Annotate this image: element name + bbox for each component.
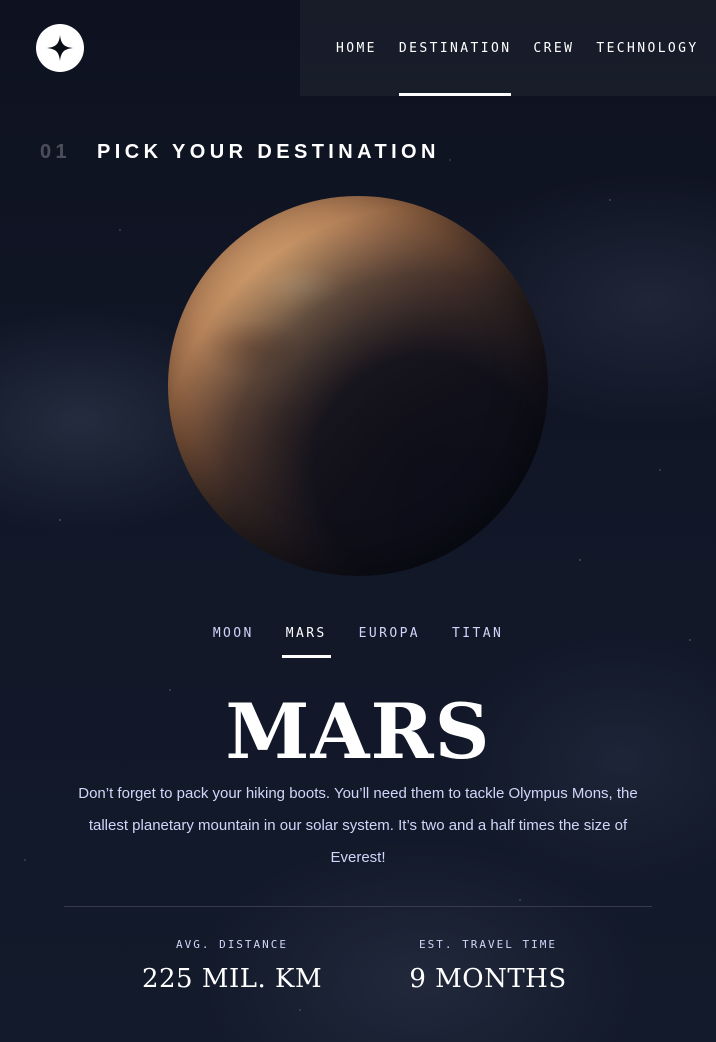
stat-value: 225 MIL. KM — [141, 964, 323, 994]
nav-item-crew[interactable]: CREW — [533, 0, 574, 96]
tab-mars[interactable]: MARS — [281, 618, 331, 658]
tab-moon[interactable]: MOON — [209, 618, 258, 658]
nav-item-technology[interactable]: TECHNOLOGY — [596, 0, 698, 96]
stat-avg-distance: AVG. DISTANCE 225 MIL. KM — [102, 938, 362, 994]
four-point-star-icon — [47, 35, 73, 61]
tab-titan[interactable]: TITAN — [448, 618, 507, 658]
site-header: HOME DESTINATION CREW TECHNOLOGY — [0, 0, 716, 96]
page-title: PICK YOUR DESTINATION — [97, 140, 440, 163]
tab-europa[interactable]: EUROPA — [355, 618, 424, 658]
stat-value: 9 MONTHS — [409, 964, 567, 994]
stat-travel-time: EST. TRAVEL TIME 9 MONTHS — [358, 938, 618, 994]
planet-mars-image — [168, 196, 548, 576]
destination-tabs: MOON MARS EUROPA TITAN — [0, 618, 716, 658]
destination-description: Don’t forget to pack your hiking boots. … — [78, 785, 638, 866]
stat-label: AVG. DISTANCE — [175, 938, 289, 951]
divider — [64, 906, 652, 907]
section-number: 01 — [40, 140, 72, 163]
nav-item-home[interactable]: HOME — [336, 0, 377, 96]
logo[interactable] — [36, 24, 84, 72]
destination-name: MARS — [225, 687, 491, 776]
stat-label: EST. TRAVEL TIME — [419, 938, 557, 951]
nav-item-destination[interactable]: DESTINATION — [398, 0, 512, 96]
section-heading: 01 PICK YOUR DESTINATION — [40, 138, 440, 166]
primary-nav: HOME DESTINATION CREW TECHNOLOGY — [336, 0, 699, 96]
